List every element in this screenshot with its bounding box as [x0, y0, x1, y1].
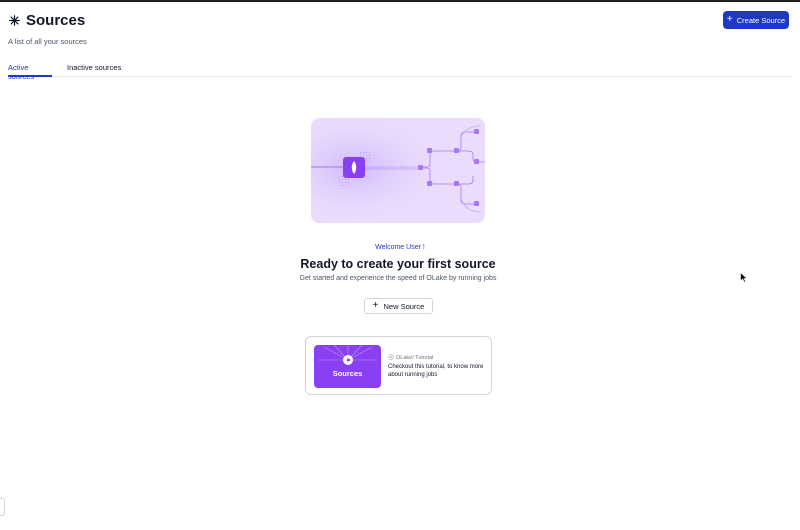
plus-icon: + — [372, 299, 379, 311]
tutorial-meta-label: OLake/ Tutorial — [396, 355, 434, 361]
tutorial-card[interactable]: Sources OLake/ Tutorial Checkout this tu… — [305, 336, 492, 395]
mouse-pointer-icon — [740, 270, 748, 283]
play-icon — [343, 355, 353, 365]
tab-inactive-sources[interactable]: Inactive sources — [67, 60, 121, 77]
empty-state-description: Get started and experience the speed of … — [299, 275, 497, 282]
source-tabs: Active sources Inactive sources — [8, 60, 792, 81]
tab-active-sources[interactable]: Active sources — [8, 60, 52, 81]
new-source-label: New Source — [383, 301, 425, 311]
page-subtitle: A list of all your sources — [8, 37, 87, 46]
hero-illustration — [311, 118, 485, 223]
tutorial-meta: OLake/ Tutorial — [388, 354, 433, 362]
create-source-label: Create Source — [736, 15, 786, 25]
empty-state-headline: Ready to create your first source — [300, 257, 496, 271]
page-header: Sources — [8, 12, 85, 29]
tutorial-thumbnail: Sources — [314, 345, 381, 388]
page-title: Sources — [26, 12, 86, 29]
welcome-text: Welcome User ! — [375, 244, 425, 251]
tutorial-thumbnail-label: Sources — [332, 369, 363, 378]
sparkle-icon — [8, 15, 20, 27]
new-source-button[interactable]: + New Source — [364, 298, 433, 314]
tutorial-text: Checkout this tutorial, to know more abo… — [388, 364, 484, 378]
globe-icon — [388, 354, 394, 362]
create-source-button[interactable]: + Create Source — [723, 11, 789, 29]
top-border — [0, 0, 800, 2]
plus-icon: + — [726, 13, 733, 25]
sidebar-toggle-handle[interactable] — [0, 498, 5, 516]
